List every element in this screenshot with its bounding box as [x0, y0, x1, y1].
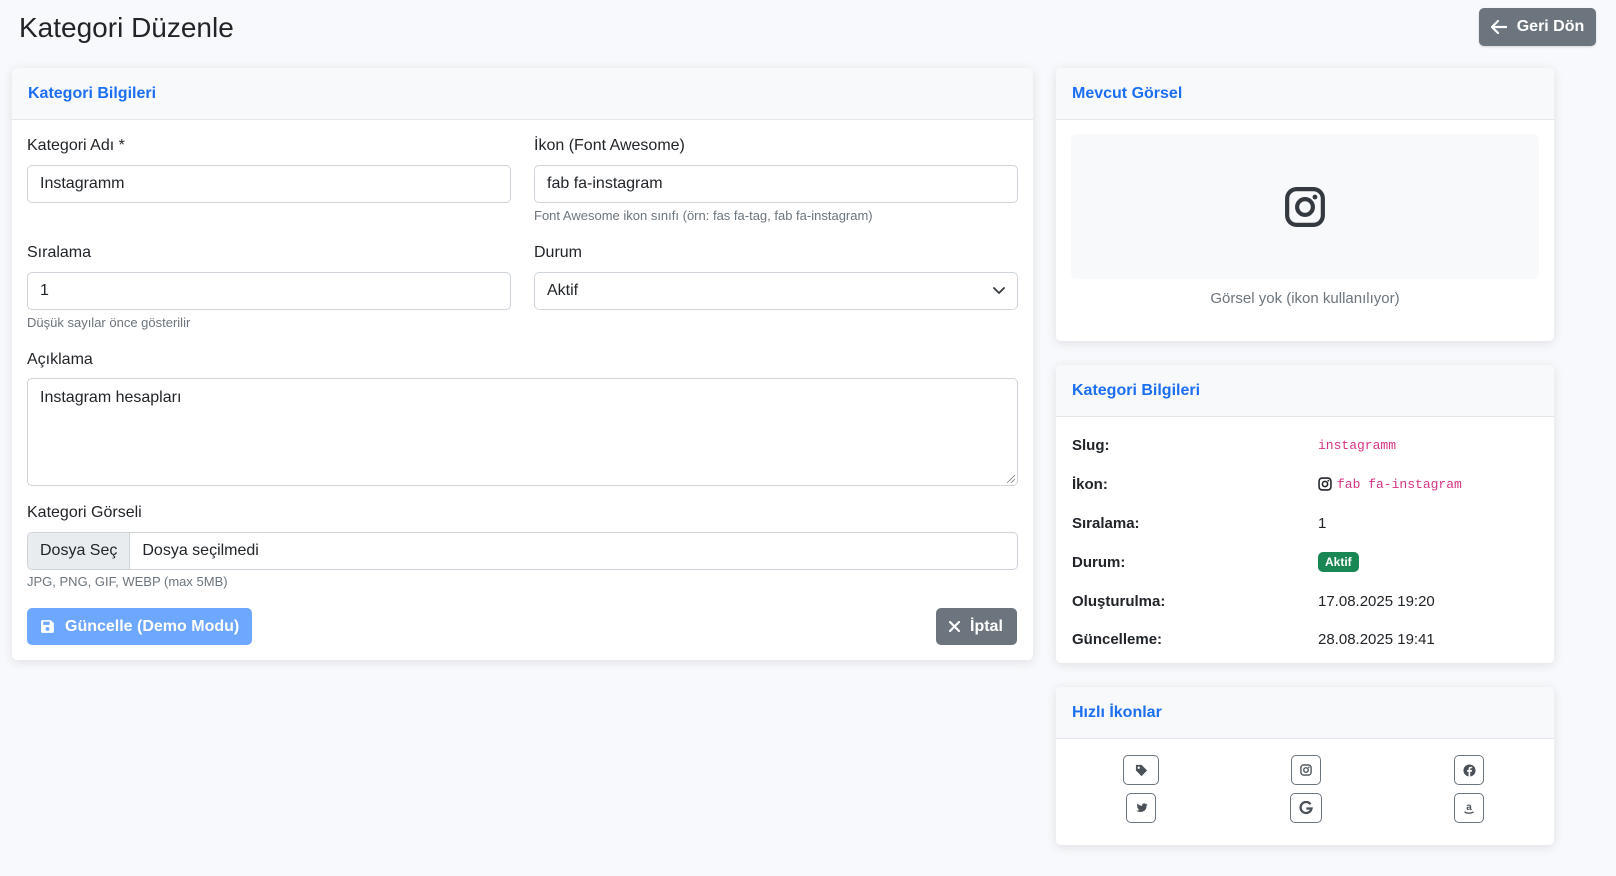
- chevron-down-icon: [993, 287, 1005, 294]
- tag-icon: [1135, 764, 1147, 776]
- info-row-status: Durum: Aktif: [1072, 550, 1538, 574]
- info-row-order: Sıralama: 1: [1072, 514, 1327, 532]
- image-hint: JPG, PNG, GIF, WEBP (max 5MB): [27, 574, 228, 589]
- status-select[interactable]: Aktif: [534, 272, 1018, 310]
- resize-grip[interactable]: [1007, 475, 1015, 483]
- info-row-slug: Slug: instagramm: [1072, 436, 1397, 454]
- choose-file-button[interactable]: Dosya Seç: [28, 533, 131, 569]
- quick-icon-instagram[interactable]: [1291, 755, 1321, 785]
- status-label: Durum: [534, 244, 583, 261]
- quick-icons-header: Hızlı İkonlar: [1056, 687, 1554, 739]
- back-button[interactable]: Geri Dön: [1479, 8, 1596, 46]
- quick-icon-facebook[interactable]: [1454, 755, 1484, 785]
- image-caption: Görsel yok (ikon kullanılıyor): [1210, 290, 1400, 307]
- image-label: Kategori Görseli: [27, 504, 142, 521]
- name-label: Kategori Adı *: [27, 137, 125, 154]
- info-card-header: Kategori Bilgileri: [1056, 365, 1554, 417]
- description-textarea[interactable]: Instagram hesapları: [27, 378, 1018, 486]
- quick-icon-twitter[interactable]: [1126, 793, 1156, 823]
- instagram-icon: [1300, 764, 1312, 776]
- arrow-left-icon: [1490, 20, 1507, 34]
- order-label: Sıralama: [27, 244, 92, 261]
- current-image-card: Mevcut Görsel Görsel yok (ikon kullanılı…: [1056, 68, 1554, 341]
- order-input[interactable]: 1: [27, 272, 511, 310]
- instagram-icon: [1318, 477, 1332, 491]
- file-name-text: Dosya seçilmedi: [142, 542, 259, 559]
- category-info-card: Kategori Bilgileri Slug: instagramm İkon…: [1056, 365, 1554, 663]
- current-image-header: Mevcut Görsel: [1056, 68, 1554, 120]
- update-button[interactable]: Güncelle (Demo Modu): [27, 608, 253, 645]
- facebook-icon: [1462, 763, 1476, 777]
- instagram-icon: [1285, 186, 1325, 227]
- icon-hint: Font Awesome ikon sınıfı (örn: fas fa-ta…: [534, 208, 873, 223]
- info-row-icon: İkon: fab fa-instagram: [1072, 475, 1462, 493]
- name-input[interactable]: Instagramm: [27, 165, 511, 203]
- cancel-button-label: İptal: [970, 617, 1003, 635]
- status-select-value: Aktif: [547, 282, 579, 299]
- update-button-label: Güncelle (Demo Modu): [65, 617, 240, 635]
- icon-label: İkon (Font Awesome): [534, 137, 685, 154]
- close-icon: [949, 621, 960, 632]
- slug-value: instagramm: [1318, 437, 1397, 453]
- form-card-header: Kategori Bilgileri: [12, 68, 1033, 120]
- order-hint: Düşük sayılar önce gösterilir: [27, 315, 191, 330]
- google-icon: [1299, 801, 1313, 815]
- quick-icon-google[interactable]: [1290, 793, 1322, 823]
- page-title: Kategori Düzenle: [19, 12, 234, 43]
- icon-input[interactable]: fab fa-instagram: [534, 165, 1018, 203]
- info-row-created: Oluşturulma: 17.08.2025 19:20: [1072, 592, 1435, 610]
- image-file-input[interactable]: Dosya Seç Dosya seçilmedi: [27, 532, 1018, 570]
- category-form-card: Kategori Bilgileri Kategori Adı * Instag…: [12, 68, 1033, 660]
- quick-icons-card: Hızlı İkonlar a: [1056, 687, 1554, 845]
- description-text: Instagram hesapları: [40, 389, 182, 406]
- amazon-icon: a: [1464, 802, 1474, 814]
- cancel-button[interactable]: İptal: [936, 608, 1017, 645]
- info-row-updated: Güncelleme: 28.08.2025 19:41: [1072, 630, 1435, 648]
- description-label: Açıklama: [27, 351, 93, 368]
- save-icon: [41, 620, 54, 633]
- svg-text:a: a: [1466, 802, 1472, 813]
- image-preview: [1071, 134, 1539, 279]
- twitter-icon: [1135, 802, 1147, 812]
- quick-icon-tag[interactable]: [1123, 755, 1159, 785]
- quick-icon-amazon[interactable]: a: [1454, 793, 1484, 823]
- icon-class-value: fab fa-instagram: [1337, 476, 1462, 492]
- status-badge: Aktif: [1318, 552, 1359, 572]
- back-button-label: Geri Dön: [1516, 18, 1585, 35]
